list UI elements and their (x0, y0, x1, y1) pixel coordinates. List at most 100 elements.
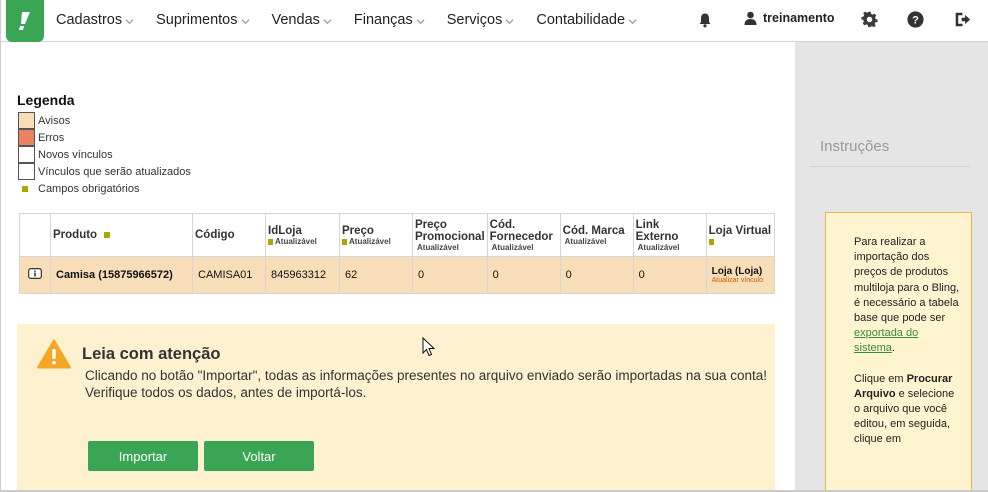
legend-item-novos: Novos vínculos (18, 146, 113, 163)
header-sub: Atualizável (491, 242, 534, 252)
legend-label: Novos vínculos (38, 148, 113, 161)
header-cod-fornecedor: Cód. Fornecedor Atualizável (486, 213, 561, 257)
instructions-paragraph-1: Para realizar a importação dos preços de… (854, 235, 961, 357)
warning-title: Leia com atenção (82, 345, 221, 363)
cell-codigo: CAMISA01 (192, 256, 266, 294)
import-button[interactable]: Importar (88, 441, 198, 471)
instructions-paragraph-2: Clique em Procurar Arquivo e selecione o… (854, 372, 961, 448)
required-mark (104, 232, 111, 238)
menu-financas-label: Finanças (353, 12, 413, 28)
header-label: Preço (342, 224, 374, 237)
legend-label: Campos obrigatórios (38, 182, 140, 195)
help-icon[interactable]: ? (907, 11, 924, 28)
header-label: Produto (53, 229, 98, 241)
cell-loja-virtual: Loja (Loja) Atualizar vínculo (705, 256, 776, 294)
legend-swatch (18, 163, 35, 180)
header-label: IdLoja (268, 224, 302, 237)
instructions-title: Instruções (820, 138, 890, 155)
chevron-down-icon (628, 18, 637, 24)
header-label: Preço Promocional (415, 218, 485, 243)
legend-swatch (18, 129, 35, 146)
menu-financas[interactable]: Finanças (354, 12, 425, 28)
cell-cod-marca: 0 (559, 256, 634, 294)
gear-icon[interactable] (861, 11, 878, 28)
info-icon[interactable] (28, 268, 42, 279)
menu-servicos-label: Serviços (446, 12, 503, 28)
top-navbar: Cadastros Suprimentos Vendas Finanças Se… (0, 0, 988, 42)
menu-cadastros-label: Cadastros (56, 12, 123, 28)
header-sub: Atualizável (637, 242, 680, 252)
window-border-left (0, 0, 1, 492)
header-label: Link Externo (635, 218, 679, 243)
header-label: Loja Virtual (708, 224, 772, 237)
header-preco-promocional: Preço Promocional Atualizável (412, 213, 488, 257)
instructions-text: . (891, 342, 895, 355)
header-codigo: Código (192, 213, 266, 257)
chevron-down-icon (323, 18, 332, 24)
row-info-cell[interactable] (19, 256, 51, 294)
menu-vendas[interactable]: Vendas (272, 12, 332, 28)
loja-name: Loja (Loja) (711, 265, 763, 277)
chevron-down-icon (240, 18, 250, 24)
cell-idloja: 845963312 (265, 256, 340, 294)
back-button[interactable]: Voltar (204, 441, 314, 471)
main-menu: Cadastros Suprimentos Vendas Finanças Se… (56, 0, 659, 40)
cell-produto: Camisa (15875966572) (50, 256, 193, 294)
bling-logo[interactable] (6, 0, 44, 42)
legend-title: Legenda (17, 92, 75, 108)
required-mark (342, 238, 347, 245)
menu-contabilidade[interactable]: Contabilidade (536, 12, 637, 28)
logout-icon[interactable] (954, 11, 971, 28)
legend-swatch (18, 146, 35, 163)
table-row: Camisa (15875966572) CAMISA01 845963312 … (19, 256, 776, 294)
table-header-row: Produto Código IdLoja Atualizável Preço … (19, 213, 776, 257)
main-content: Legenda Avisos Erros Novos vínculos Vínc… (0, 42, 795, 492)
import-table: Produto Código IdLoja Atualizável Preço … (19, 213, 776, 294)
menu-cadastros[interactable]: Cadastros (56, 12, 134, 28)
user-icon (744, 11, 757, 25)
header-label: Código (195, 229, 235, 241)
legend-item-erros: Erros (18, 129, 64, 146)
header-sub: Atualizável (349, 236, 391, 246)
instructions-box: Para realizar a importação dos preços de… (825, 212, 972, 492)
logo-icon (19, 12, 30, 30)
chevron-down-icon (125, 18, 134, 24)
legend-item-obrigatorios: Campos obrigatórios (22, 180, 140, 197)
header-cod-marca: Cód. Marca Atualizável (559, 213, 634, 257)
legend-label: Erros (38, 131, 65, 144)
legend-item-avisos: Avisos (18, 112, 70, 129)
menu-suprimentos[interactable]: Suprimentos (156, 12, 250, 28)
menu-vendas-label: Vendas (271, 12, 320, 28)
user-menu[interactable]: treinamento (744, 11, 835, 25)
svg-text:?: ? (912, 14, 919, 26)
mouse-cursor-icon (422, 337, 435, 357)
header-label: Cód. Fornecedor (489, 218, 553, 243)
required-mark (708, 238, 714, 245)
legend-item-atualizados: Vínculos que serão atualizados (18, 163, 191, 180)
instructions-text: Clique em (854, 372, 904, 385)
cell-link-externo: 0 (632, 256, 707, 294)
header-sub: Atualizável (417, 242, 459, 252)
bell-icon[interactable] (697, 12, 713, 28)
header-label: Cód. Marca (562, 224, 625, 237)
header-link-externo: Link Externo Atualizável (632, 213, 707, 257)
header-blank (19, 213, 51, 257)
atualizar-vinculo-link[interactable]: Atualizar vínculo (712, 277, 769, 285)
menu-servicos[interactable]: Serviços (447, 12, 515, 28)
legend-swatch (18, 112, 35, 129)
instructions-divider (810, 166, 970, 167)
warning-box: Leia com atenção Clicando no botão "Impo… (17, 324, 775, 492)
warning-text-line1: Clicando no botão "Importar", todas as i… (85, 368, 767, 383)
menu-contabilidade-label: Contabilidade (536, 12, 626, 28)
chevron-down-icon (416, 18, 425, 24)
menu-suprimentos-label: Suprimentos (156, 12, 238, 28)
export-link[interactable]: exportada do sistema (854, 327, 918, 354)
required-mark (268, 238, 273, 245)
required-mark (22, 185, 28, 192)
warning-text: Clicando no botão "Importar", todas as i… (85, 367, 775, 401)
header-sub: Atualizável (564, 236, 607, 246)
legend-label: Avisos (38, 114, 71, 127)
header-loja-virtual: Loja Virtual (705, 213, 776, 257)
cell-preco-promocional: 0 (412, 256, 488, 294)
warning-text-line2: Verifique todos os dados, antes de impor… (85, 385, 367, 400)
